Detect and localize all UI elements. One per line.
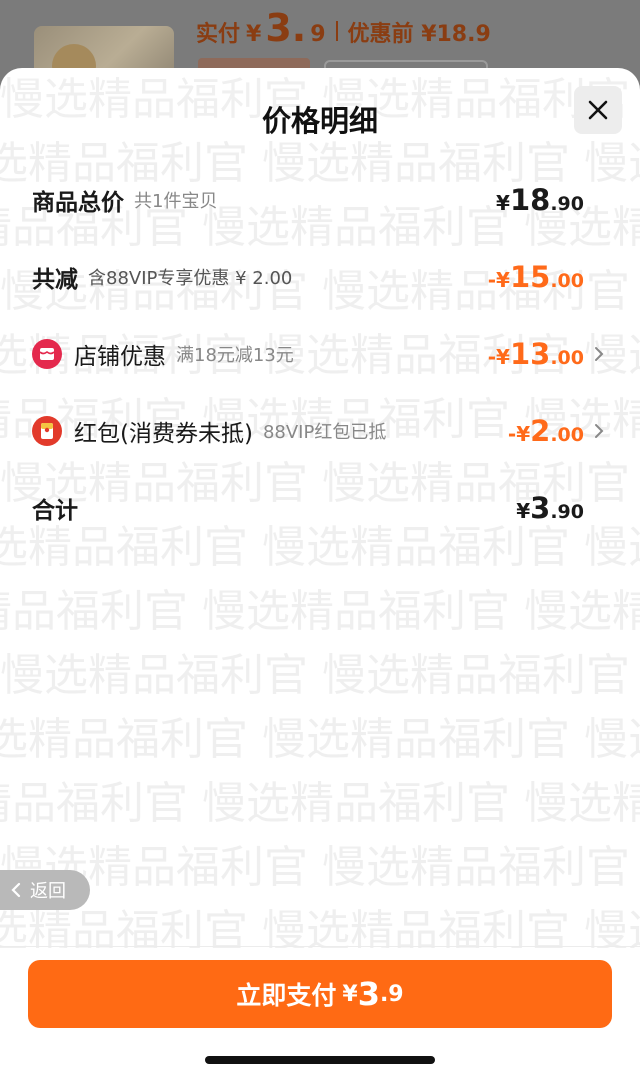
watermark-line: 慢选精品福利官 慢选精品福利官 慢选精品福利官 慢选精品福利官 (0, 714, 640, 765)
bg-price-currency: ¥ (246, 22, 262, 47)
pay-label: 立即支付 (236, 981, 337, 1010)
amount-dec: .90 (550, 193, 584, 215)
amount-dec: .00 (550, 270, 584, 292)
shop-discount-label: 店铺优惠 (74, 344, 166, 370)
watermark-line: 慢选精品福利官 慢选精品福利官 慢选精品福利官 慢选精品福利官 (0, 586, 640, 637)
red-packet-icon (32, 416, 62, 446)
close-button[interactable] (574, 86, 622, 134)
shop-discount-sub: 满18元减13元 (176, 345, 294, 366)
pay-int: 3 (357, 975, 380, 1013)
chevron-right-icon[interactable] (588, 423, 610, 439)
bg-price-int: 3. (265, 6, 307, 50)
shop-icon (32, 339, 62, 369)
amount-currency: -¥ (487, 268, 510, 292)
background-price: 实付 ¥ 3. 9 优惠前 ¥18.9 (196, 6, 491, 56)
amount-currency: ¥ (516, 499, 531, 523)
watermark-line: 慢选精品福利官 慢选精品福利官 慢选精品福利官 慢选精品福利官 (0, 906, 640, 948)
amount-dec: .00 (550, 424, 584, 446)
red-packet-amount: -¥ 2 .00 (508, 414, 584, 448)
watermark-line: 慢选精品福利官 慢选精品福利官 慢选精品福利官 慢选精品福利官 (0, 842, 640, 893)
amount-int: 13 (509, 337, 551, 371)
bg-price-dec: 9 (310, 22, 326, 47)
home-indicator (205, 1056, 435, 1064)
sum-label: 合计 (32, 498, 78, 524)
row-red-packet[interactable]: 红包(消费券未抵) 88VIP红包已抵 -¥ 2 .00 (32, 411, 610, 451)
price-detail-sheet: 慢选精品福利官 慢选精品福利官 慢选精品福利官 慢选精品福利官 慢选精品福利官 … (0, 68, 640, 1078)
bg-orig-price: 优惠前 ¥18.9 (347, 22, 491, 47)
back-button[interactable]: 返回 (0, 870, 90, 910)
row-total-goods: 商品总价 共1件宝贝 ¥ 18 .90 (32, 180, 610, 220)
amount-dec: .90 (550, 501, 584, 523)
chevron-left-icon (11, 882, 21, 898)
total-goods-sub: 共1件宝贝 (134, 191, 218, 212)
footer-divider (0, 946, 640, 947)
amount-int: 18 (509, 183, 551, 217)
discount-amount: -¥ 15 .00 (488, 260, 584, 294)
pay-dec: .9 (379, 981, 404, 1007)
red-packet-label: 红包(消费券未抵) (74, 421, 253, 447)
row-shop-discount[interactable]: 店铺优惠 满18元减13元 -¥ 13 .00 (32, 334, 610, 374)
pay-currency: ¥ (342, 981, 358, 1007)
row-sum: 合计 ¥ 3 .90 (32, 488, 610, 528)
amount-dec: .00 (550, 347, 584, 369)
total-goods-label: 商品总价 (32, 190, 124, 216)
red-packet-sub: 88VIP红包已抵 (262, 422, 387, 443)
amount-currency: -¥ (487, 345, 510, 369)
chevron-right-icon[interactable] (588, 346, 610, 362)
amount-currency: ¥ (496, 191, 510, 215)
close-icon (588, 100, 608, 120)
sum-amount: ¥ 3 .90 (516, 491, 584, 525)
amount-int: 15 (509, 260, 551, 294)
total-goods-amount: ¥ 18 .90 (496, 183, 584, 217)
watermark-line: 慢选精品福利官 慢选精品福利官 慢选精品福利官 慢选精品福利官 (0, 778, 640, 829)
row-discount: 共减 含88VIP专享优惠 ¥ 2.00 -¥ 15 .00 (32, 257, 610, 297)
sheet-title: 价格明细 (261, 104, 378, 138)
bg-price-label: 实付 (196, 22, 241, 47)
amount-int: 3 (530, 491, 551, 525)
watermark-line: 慢选精品福利官 慢选精品福利官 慢选精品福利官 慢选精品福利官 (0, 650, 640, 701)
bg-price-divider (335, 21, 338, 41)
amount-int: 2 (530, 414, 551, 448)
discount-sub: 含88VIP专享优惠 ¥ 2.00 (88, 268, 293, 289)
back-label: 返回 (30, 881, 66, 902)
discount-label: 共减 (32, 267, 78, 293)
pay-now-button[interactable]: 立即支付 ¥ 3 .9 (28, 960, 612, 1028)
shop-discount-amount: -¥ 13 .00 (488, 337, 584, 371)
amount-currency: -¥ (507, 422, 531, 446)
